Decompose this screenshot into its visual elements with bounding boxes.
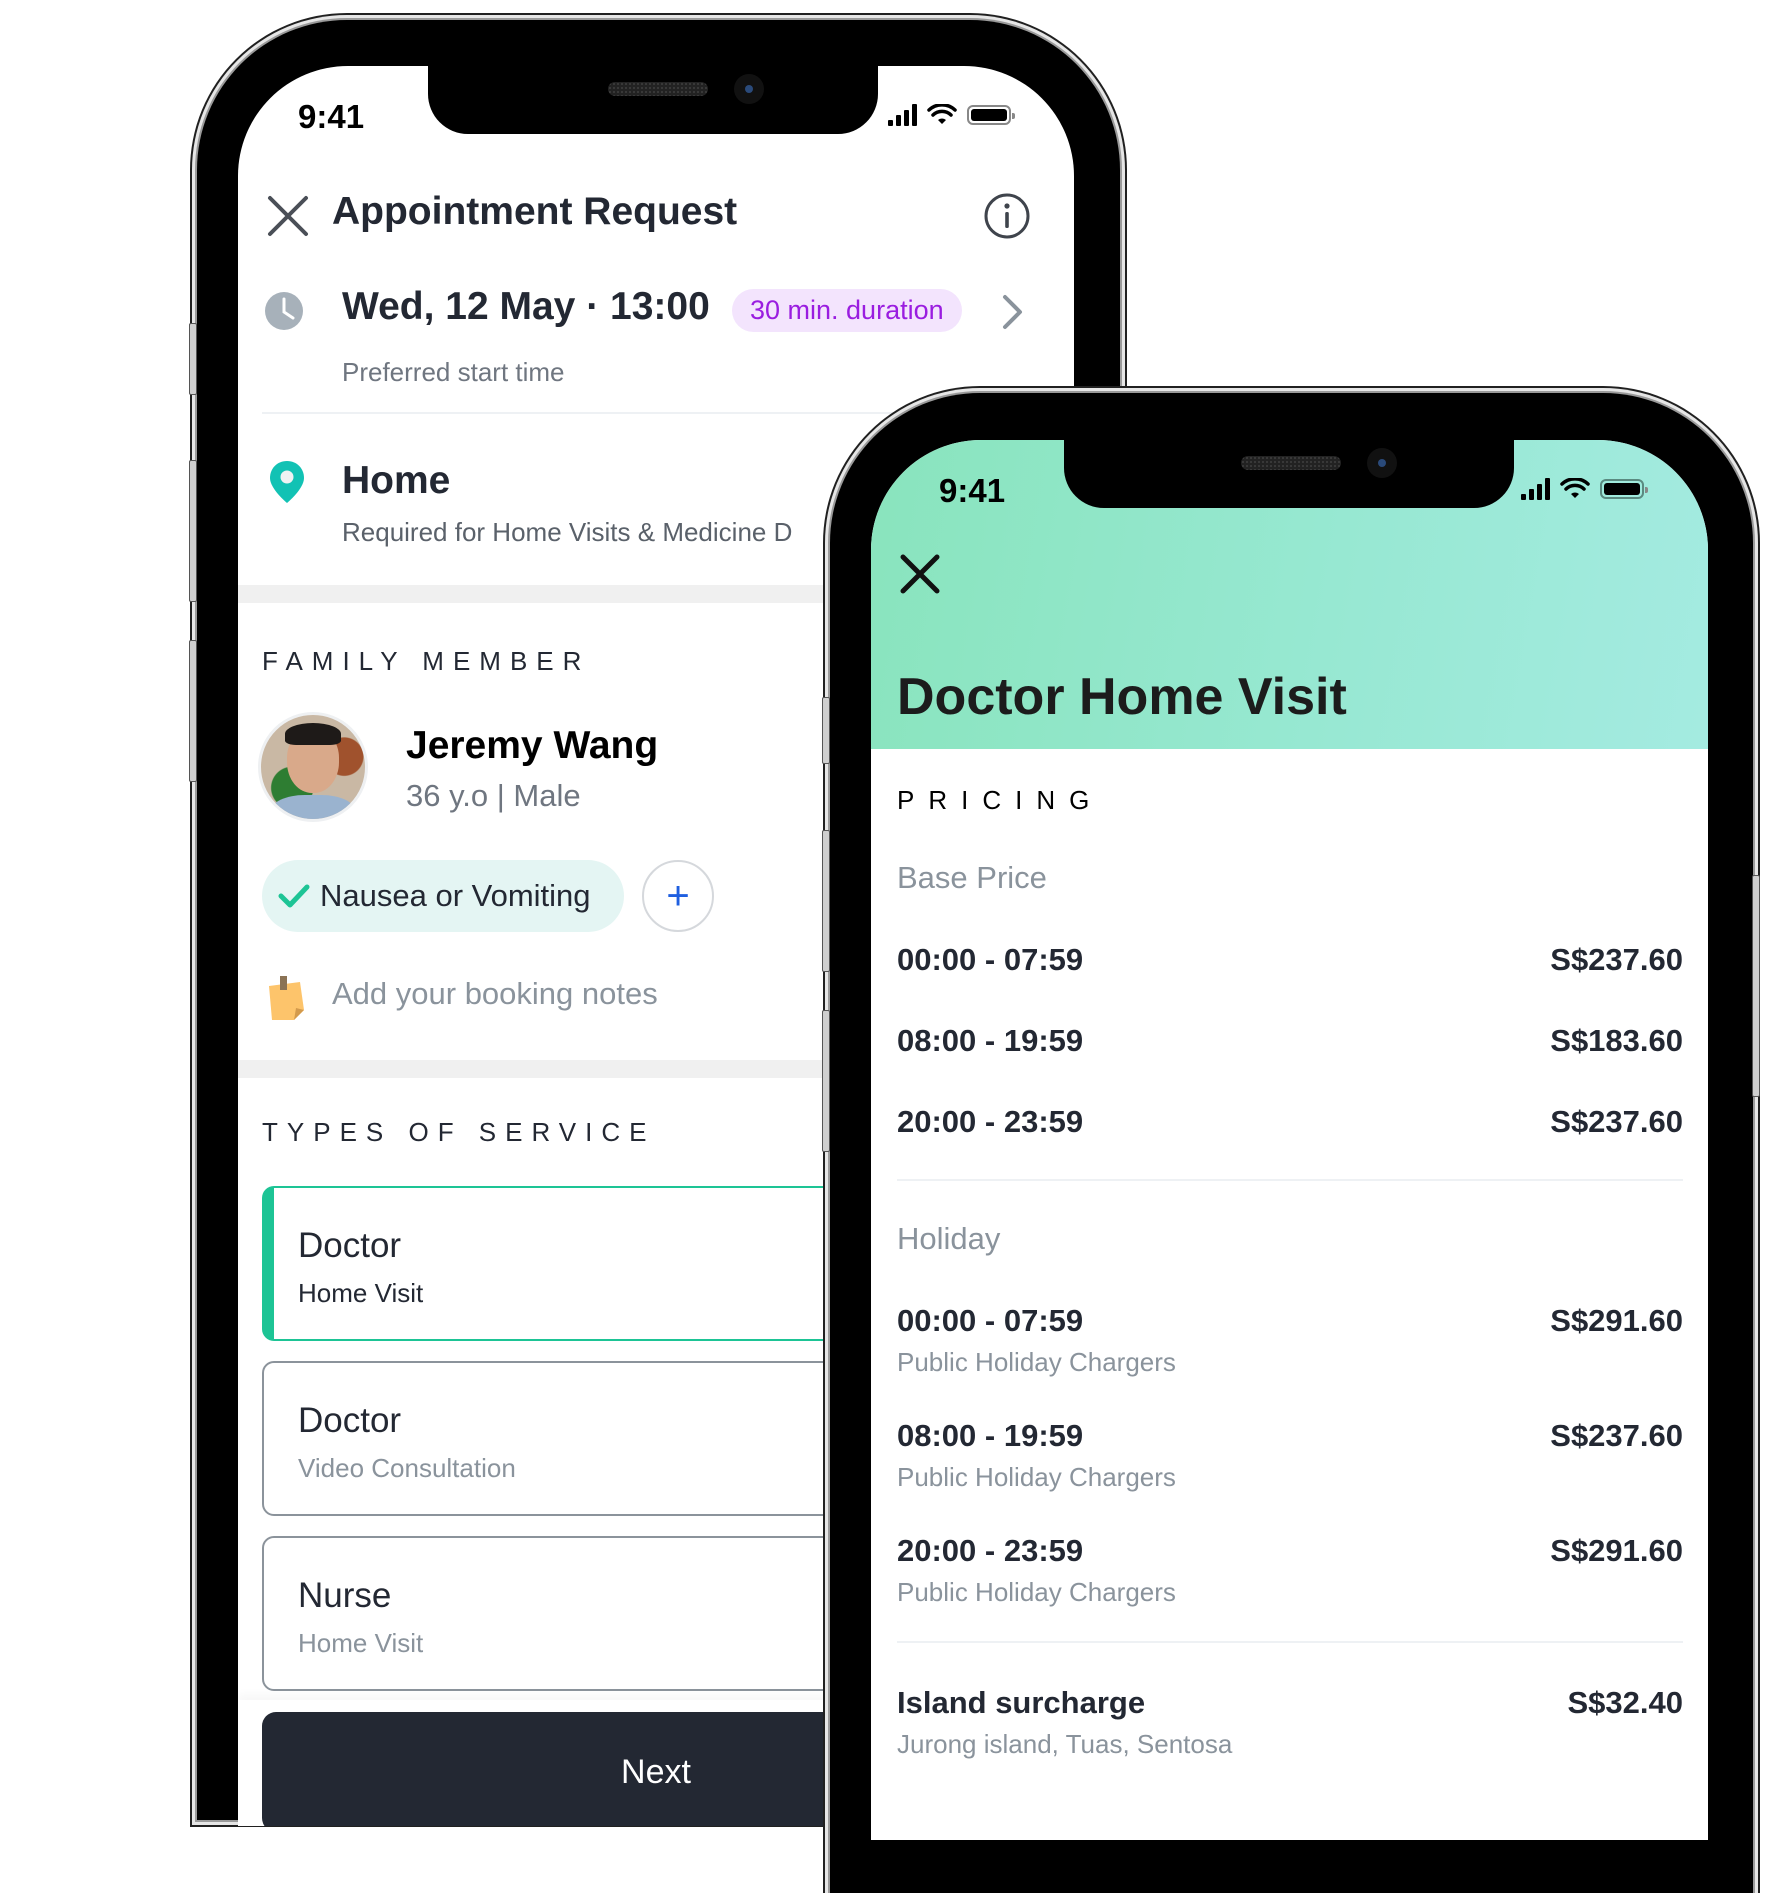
- surcharge-price: S$32.40: [1567, 1685, 1684, 1720]
- service-subtitle: Video Consultation: [298, 1453, 516, 1483]
- battery-icon: [1600, 479, 1648, 499]
- page-title: Appointment Request: [332, 190, 738, 233]
- left-phone-volume-down: [189, 640, 197, 782]
- time-range: 20:00 - 23:59: [897, 1533, 1084, 1568]
- avatar[interactable]: [258, 712, 368, 822]
- avatar-shirt: [271, 795, 355, 819]
- sticky-note-icon: [269, 976, 304, 1020]
- divider: [897, 1179, 1683, 1181]
- price-value: S$291.60: [1550, 1533, 1683, 1568]
- time-range: 00:00 - 07:59: [897, 1303, 1084, 1338]
- service-title: Doctor: [298, 1226, 402, 1265]
- appointment-datetime: Wed, 12 May · 13:00: [342, 285, 710, 328]
- status-time: 9:41: [298, 98, 365, 135]
- speaker-grille: [1241, 456, 1341, 470]
- plus-icon: +: [666, 873, 690, 918]
- page-title: Doctor Home Visit: [897, 668, 1347, 726]
- surcharge-label: Island surcharge: [897, 1685, 1146, 1720]
- chevron-right-icon[interactable]: [1000, 293, 1026, 331]
- right-phone-volume-down: [822, 1010, 830, 1152]
- service-title: Doctor: [298, 1401, 402, 1440]
- speaker-grille: [608, 82, 708, 96]
- symptom-chip[interactable]: Nausea or Vomiting: [262, 860, 624, 932]
- status-icons: [888, 104, 1015, 126]
- notch: [428, 66, 878, 134]
- clock-icon: [265, 292, 303, 330]
- price-note: Public Holiday Chargers: [897, 1577, 1176, 1607]
- price-value: S$291.60: [1550, 1303, 1683, 1338]
- price-value: S$237.60: [1550, 1418, 1683, 1453]
- right-phone-volume-up: [822, 830, 830, 972]
- symptom-label: Nausea or Vomiting: [320, 878, 591, 913]
- location-name: Home: [342, 459, 451, 502]
- time-range: 20:00 - 23:59: [897, 1104, 1084, 1139]
- member-name: Jeremy Wang: [406, 724, 659, 767]
- base-price-label: Base Price: [897, 860, 1047, 895]
- right-phone-power-button: [1752, 875, 1760, 1097]
- price-note: Public Holiday Chargers: [897, 1462, 1176, 1492]
- location-caption: Required for Home Visits & Medicine D: [342, 517, 793, 547]
- wifi-icon: [1560, 478, 1590, 498]
- add-symptom-button[interactable]: +: [642, 860, 714, 932]
- member-details: 36 y.o | Male: [406, 778, 581, 813]
- front-camera: [734, 74, 764, 104]
- info-icon[interactable]: [983, 192, 1031, 240]
- close-icon[interactable]: [266, 194, 310, 238]
- notch: [1064, 440, 1514, 508]
- front-camera: [1367, 448, 1397, 478]
- time-range: 00:00 - 07:59: [897, 942, 1084, 977]
- right-phone-side-button: [822, 697, 830, 764]
- status-icons: [1521, 478, 1648, 500]
- left-phone-volume-up: [189, 460, 197, 602]
- booking-notes-placeholder: Add your booking notes: [332, 976, 658, 1011]
- service-title: Nurse: [298, 1576, 392, 1615]
- close-icon[interactable]: [899, 553, 941, 595]
- price-value: S$237.60: [1550, 1104, 1683, 1139]
- appointment-caption: Preferred start time: [342, 357, 565, 387]
- left-phone-side-button: [189, 323, 197, 395]
- duration-badge: 30 min. duration: [732, 289, 962, 332]
- price-note: Public Holiday Chargers: [897, 1347, 1176, 1377]
- signal-icon: [1521, 478, 1550, 500]
- service-subtitle: Home Visit: [298, 1278, 424, 1308]
- battery-icon: [967, 105, 1015, 125]
- surcharge-note: Jurong island, Tuas, Sentosa: [897, 1729, 1233, 1759]
- pricing-section-label: PRICING: [897, 785, 1104, 815]
- wifi-icon: [927, 104, 957, 124]
- service-types-section-label: TYPES OF SERVICE: [262, 1117, 656, 1147]
- check-icon: [278, 884, 310, 908]
- time-range: 08:00 - 19:59: [897, 1418, 1084, 1453]
- holiday-label: Holiday: [897, 1221, 1001, 1256]
- time-range: 08:00 - 19:59: [897, 1023, 1084, 1058]
- price-value: S$183.60: [1550, 1023, 1683, 1058]
- avatar-hair: [285, 723, 341, 745]
- family-member-section-label: FAMILY MEMBER: [262, 646, 591, 676]
- price-value: S$237.60: [1550, 942, 1683, 977]
- signal-icon: [888, 104, 917, 126]
- right-phone-screen: 9:41 Doctor Home Visit PRICING Base Pric…: [871, 440, 1708, 1840]
- location-pin-icon: [270, 461, 304, 503]
- service-subtitle: Home Visit: [298, 1628, 424, 1658]
- divider: [897, 1641, 1683, 1643]
- status-time: 9:41: [939, 472, 1006, 509]
